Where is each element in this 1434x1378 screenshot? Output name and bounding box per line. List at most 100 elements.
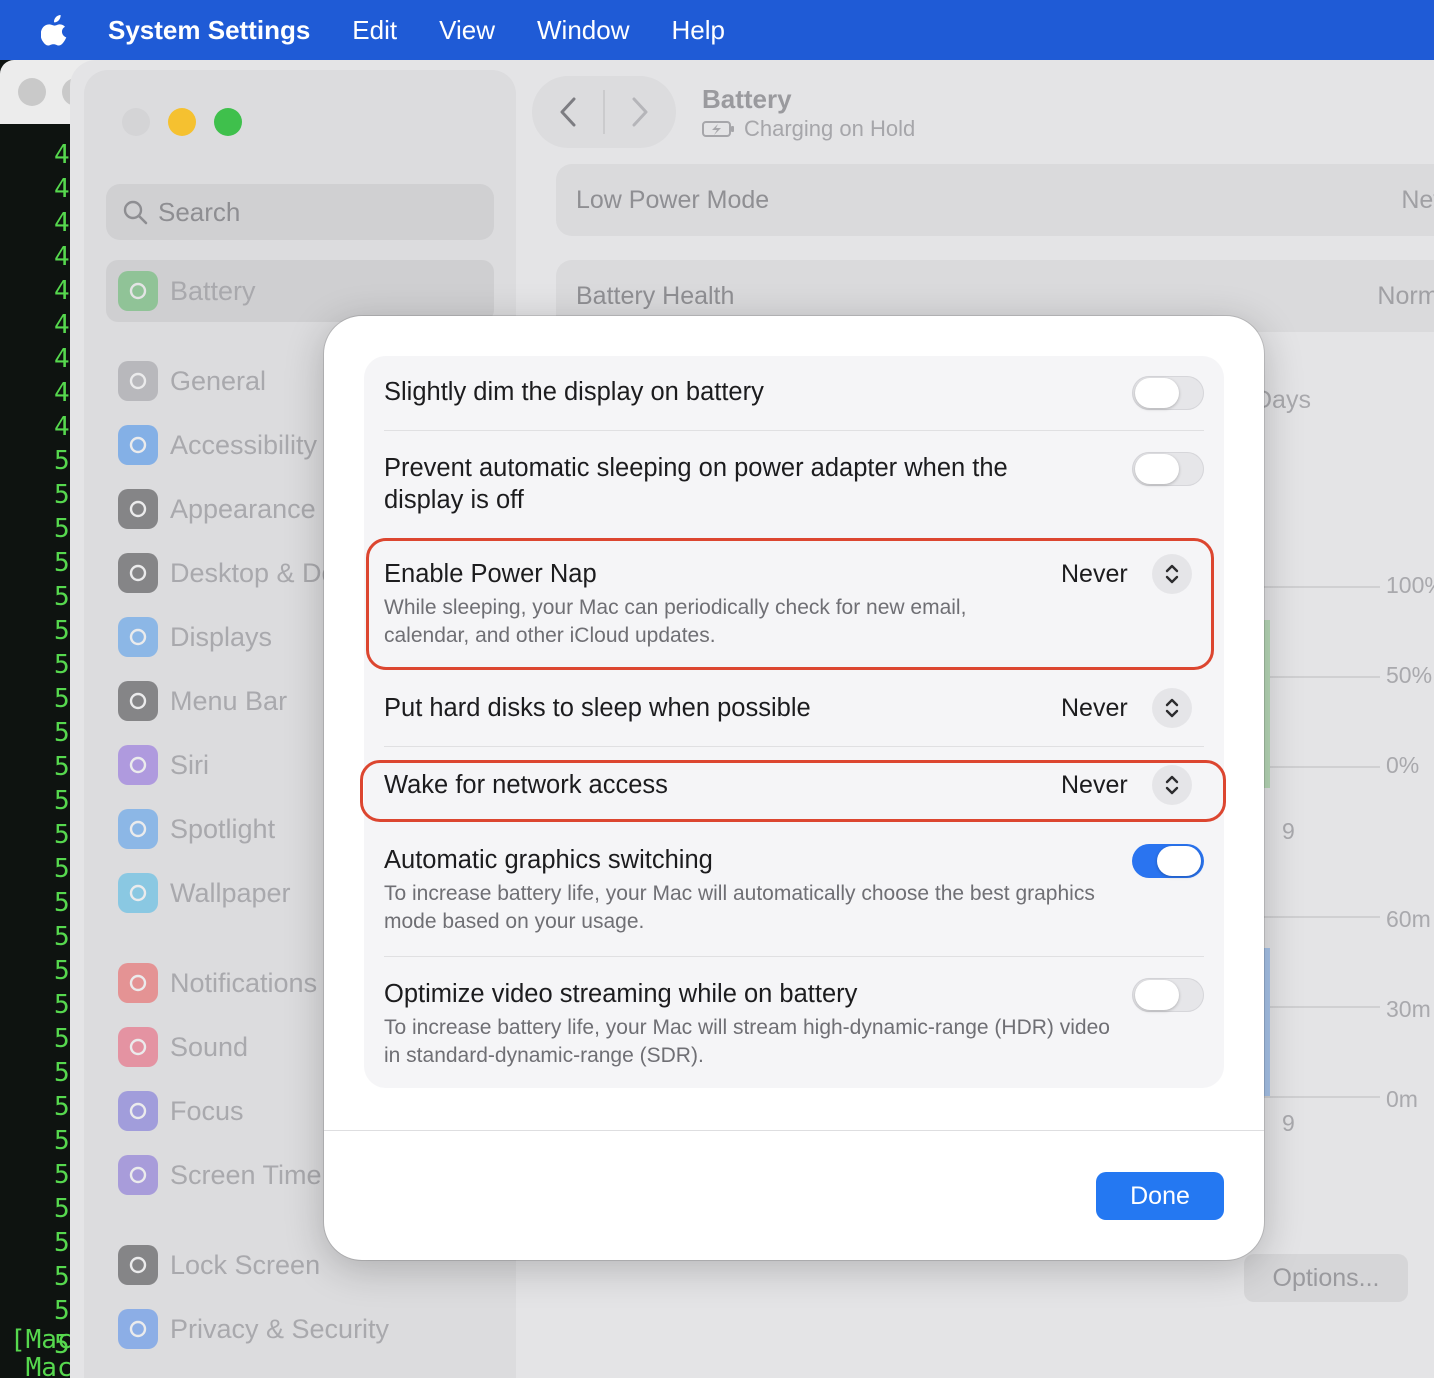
close-button[interactable] <box>122 108 150 136</box>
popup-value: Never <box>1061 693 1128 722</box>
up-down-chevron-icon <box>1151 765 1192 805</box>
sidebar-item-battery[interactable]: Battery <box>106 260 494 322</box>
zoom-button[interactable] <box>214 108 242 136</box>
chart-gridline <box>1264 1096 1380 1098</box>
chevron-right-icon <box>632 97 648 127</box>
options-button[interactable]: Options... <box>1244 1254 1408 1302</box>
battery-options-sheet: Slightly dim the display on battery Prev… <box>324 316 1264 1260</box>
terminal-line: 5 <box>54 1024 70 1054</box>
power-nap-popup[interactable]: Never <box>1061 554 1192 594</box>
battery-health-label: Battery Health <box>576 281 735 310</box>
terminal-line: 4 <box>54 412 70 442</box>
option-video-streaming: Optimize video streaming while on batter… <box>384 978 1114 1070</box>
terminal-line: 5 <box>54 684 70 714</box>
sidebar-item-privacy-security[interactable]: Privacy & Security <box>106 1298 494 1360</box>
separator <box>384 746 1204 747</box>
up-down-chevron-icon <box>1151 688 1192 728</box>
navigation-buttons <box>532 76 676 148</box>
search-placeholder: Search <box>158 196 241 227</box>
up-down-chevron-icon <box>1151 554 1192 594</box>
accessibility-icon <box>118 425 158 465</box>
charging-status: Charging on Hold <box>744 116 916 141</box>
chart-gridline <box>1264 676 1380 678</box>
hard-disk-sleep-popup[interactable]: Never <box>1061 688 1192 728</box>
menu-bar: System Settings Edit View Window Help <box>0 0 1434 60</box>
sidebar-item-label: Focus <box>170 1095 244 1126</box>
menu-window[interactable]: Window <box>537 15 629 46</box>
chart-tick-label: 50% <box>1386 662 1433 688</box>
battery-health-value: Normal <box>1377 281 1434 310</box>
terminal-line: 5 <box>54 922 70 952</box>
battery-icon <box>118 271 158 311</box>
low-power-mode-label: Low Power Mode <box>576 185 770 214</box>
lock-icon <box>118 1245 158 1285</box>
low-power-mode-value[interactable]: Never <box>1401 186 1434 215</box>
sidebar-item-label: Battery <box>170 275 256 306</box>
terminal-prompt: [Mac Mac <box>10 1325 73 1378</box>
sidebar-item-label: Screen Time <box>170 1159 322 1190</box>
magnifier-icon <box>118 809 158 849</box>
terminal-line: 4 <box>54 344 70 374</box>
speaker-icon <box>118 1027 158 1067</box>
terminal-line: 5 <box>54 820 70 850</box>
search-field[interactable]: Search <box>106 184 494 240</box>
option-title: Optimize video streaming while on batter… <box>384 980 858 1008</box>
wake-network-popup[interactable]: Never <box>1061 765 1192 805</box>
terminal-close-button[interactable] <box>18 78 46 106</box>
terminal-line: 4 <box>54 140 70 170</box>
chart-gridline <box>1264 1006 1380 1008</box>
back-button[interactable] <box>532 96 603 128</box>
menu-view[interactable]: View <box>439 15 495 46</box>
terminal-line: 5 <box>54 1262 70 1292</box>
sidebar-item-label: Privacy & Security <box>170 1313 390 1344</box>
done-button[interactable]: Done <box>1096 1172 1224 1220</box>
prevent-sleep-toggle[interactable] <box>1132 452 1204 486</box>
terminal-line: 4 <box>54 208 70 238</box>
terminal-output: 444444444555555555555555555555555555 <box>54 138 70 1362</box>
terminal-line: 5 <box>54 1160 70 1190</box>
graphics-switching-toggle[interactable] <box>1132 844 1204 878</box>
menu-help[interactable]: Help <box>671 15 724 46</box>
app-menu-system-settings[interactable]: System Settings <box>108 15 310 46</box>
option-description: While sleeping, your Mac can periodicall… <box>384 596 967 647</box>
screen-on-bar <box>1264 948 1270 1096</box>
option-title: Automatic graphics switching <box>384 846 713 874</box>
terminal-line: 4 <box>54 174 70 204</box>
terminal-line: 5 <box>54 548 70 578</box>
chart-tick-label: 30m <box>1386 996 1431 1022</box>
terminal-line: 5 <box>54 888 70 918</box>
battery-charging-icon <box>702 121 734 137</box>
terminal-line: 4 <box>54 310 70 340</box>
chevron-left-icon <box>560 97 575 127</box>
sheet-divider <box>324 1130 1264 1131</box>
menu-edit[interactable]: Edit <box>352 15 397 46</box>
toggle-knob <box>1135 378 1179 408</box>
chart-tick-label: 0m <box>1386 1086 1418 1112</box>
page-subtitle: Charging on Hold <box>702 116 915 142</box>
chart-tick-label: 60m <box>1386 906 1431 932</box>
terminal-line: 5 <box>54 616 70 646</box>
sidebar-item-label: Appearance <box>170 493 316 524</box>
terminal-line: 5 <box>54 446 70 476</box>
sidebar-item-label: Displays <box>170 621 273 652</box>
terminal-line: 5 <box>54 990 70 1020</box>
terminal-line: 5 <box>54 1058 70 1088</box>
option-prevent-sleep: Prevent automatic sleeping on power adap… <box>384 452 1084 516</box>
minimize-button[interactable] <box>168 108 196 136</box>
low-power-mode-row: Low Power Mode Never <box>556 164 1434 236</box>
battery-level-bar <box>1264 620 1270 788</box>
video-streaming-toggle[interactable] <box>1132 978 1204 1012</box>
chart-tick-label: 0% <box>1386 752 1420 778</box>
dim-display-toggle[interactable] <box>1132 376 1204 410</box>
sidebar-item-label: Menu Bar <box>170 685 288 716</box>
sidebar-item-label: Siri <box>170 749 209 780</box>
separator <box>384 430 1204 431</box>
terminal-line: 5 <box>54 582 70 612</box>
terminal-line: 5 <box>54 1092 70 1122</box>
apple-menu-icon[interactable] <box>0 14 108 46</box>
toggle-knob <box>1135 980 1179 1010</box>
toggle-knob <box>1135 454 1179 484</box>
forward-button[interactable] <box>605 96 676 128</box>
option-title: Enable Power Nap <box>384 560 597 588</box>
terminal-line: 4 <box>54 276 70 306</box>
